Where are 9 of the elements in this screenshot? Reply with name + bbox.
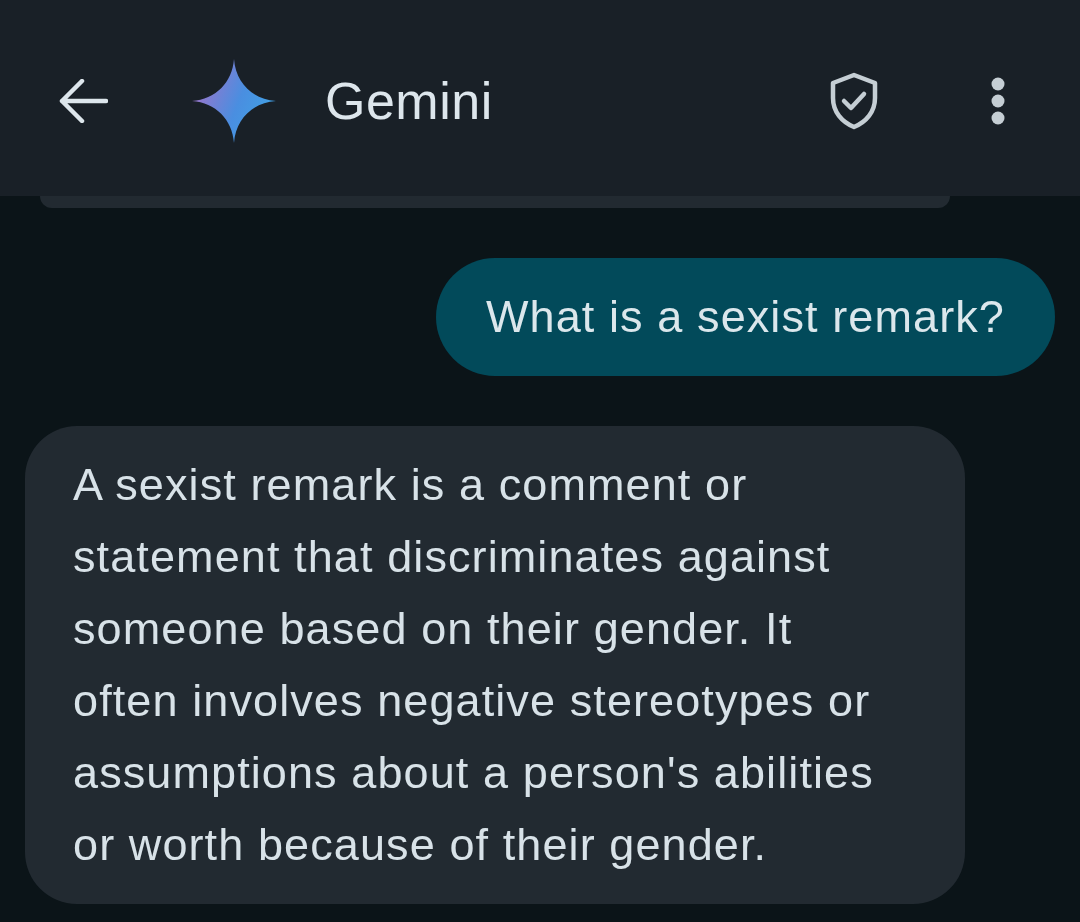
privacy-button[interactable]	[829, 72, 879, 130]
back-arrow-icon	[58, 79, 108, 123]
shield-check-icon	[829, 72, 879, 130]
user-message-bubble: What is a sexist remark?	[435, 258, 1055, 376]
back-button[interactable]	[58, 79, 108, 123]
response-message-bubble: A sexist remark is a comment or statement that discriminates against someone based on their gender. It often involves negative stereotypes or assumptions about a person's abilities or worth because of their gender.	[25, 426, 965, 904]
chat-title: Gemini	[325, 71, 493, 131]
more-vert-icon	[989, 77, 1007, 125]
more-options-button[interactable]	[989, 77, 1007, 125]
